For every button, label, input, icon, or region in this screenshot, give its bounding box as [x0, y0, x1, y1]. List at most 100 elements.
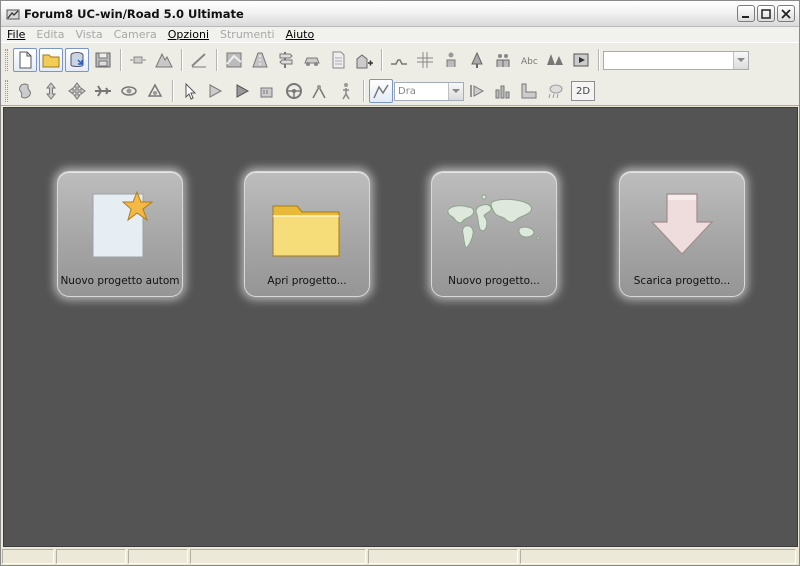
card-label: Nuovo progetto...: [448, 275, 540, 287]
plan-view-button[interactable]: [222, 48, 246, 72]
bar-chart-button[interactable]: [491, 79, 515, 103]
open-folder-button[interactable]: [39, 48, 63, 72]
menu-edita[interactable]: Edita: [36, 28, 64, 41]
bar-chart-icon: [495, 85, 510, 99]
vehicle-button[interactable]: [300, 48, 324, 72]
toolbar-row-2: Dra 2D: [3, 76, 595, 106]
train-button[interactable]: [256, 79, 280, 103]
forest-button[interactable]: [543, 48, 567, 72]
steering-wheel-button[interactable]: [282, 79, 306, 103]
document-button[interactable]: [326, 48, 350, 72]
card-label: Scarica progetto...: [633, 275, 731, 287]
path-edit-button[interactable]: [308, 79, 332, 103]
maximize-button[interactable]: [757, 5, 775, 22]
toolbar-grip[interactable]: [5, 49, 8, 71]
airplane-icon: [95, 85, 111, 97]
scenario-select[interactable]: [603, 50, 749, 70]
save-icon: [95, 52, 111, 68]
road-icon: [252, 52, 268, 68]
profile-icon: [521, 83, 537, 99]
movie-button[interactable]: [569, 48, 593, 72]
toolbar-separator: [172, 80, 173, 102]
fly-button[interactable]: [91, 79, 115, 103]
tree-icon: [471, 51, 483, 68]
steering-wheel-icon: [286, 83, 302, 99]
menu-strumenti[interactable]: Strumenti: [220, 28, 275, 41]
car-icon: [304, 57, 320, 66]
status-pane: [56, 549, 126, 564]
move-arrows-icon: [68, 82, 86, 100]
people-icon: [496, 54, 510, 67]
measure-icon: [191, 53, 206, 68]
save-button[interactable]: [91, 48, 115, 72]
toolbar-row-1: Abc: [3, 45, 749, 75]
simulation-start-button[interactable]: [230, 79, 254, 103]
new-file-button[interactable]: [13, 48, 37, 72]
download-arrow-icon: [650, 193, 714, 255]
cross-section-button[interactable]: [387, 48, 411, 72]
text-label-button[interactable]: Abc: [517, 48, 541, 72]
toolbar-separator: [598, 49, 599, 71]
profile-button[interactable]: [517, 79, 541, 103]
orbit-button[interactable]: [117, 79, 141, 103]
measure-button[interactable]: [187, 48, 211, 72]
chevron-down-icon[interactable]: [448, 82, 463, 100]
drawing-mode-button[interactable]: [369, 79, 393, 103]
tree-button[interactable]: [465, 48, 489, 72]
pedestrian-button[interactable]: [334, 79, 358, 103]
playback-button[interactable]: [465, 79, 489, 103]
new-auto-project-card[interactable]: Nuovo progetto autom: [57, 171, 183, 297]
close-icon: [781, 8, 791, 19]
menu-vista[interactable]: Vista: [75, 28, 102, 41]
app-icon[interactable]: [6, 7, 20, 21]
text-icon: Abc: [521, 57, 538, 67]
toolbar-separator: [181, 49, 182, 71]
intersection-button[interactable]: [413, 48, 437, 72]
weather-button[interactable]: [543, 79, 567, 103]
signpost-button[interactable]: [274, 48, 298, 72]
walk-through-button[interactable]: [204, 79, 228, 103]
title-bar[interactable]: Forum8 UC-win/Road 5.0 Ultimate: [1, 1, 799, 27]
pan-button[interactable]: [65, 79, 89, 103]
train-icon: [260, 87, 273, 98]
weather-icon: [548, 84, 563, 99]
people-button[interactable]: [491, 48, 515, 72]
menu-camera[interactable]: Camera: [114, 28, 157, 41]
download-project-card[interactable]: Scarica progetto...: [619, 171, 745, 297]
view-2d-button[interactable]: 2D: [571, 81, 595, 101]
database-button[interactable]: [65, 48, 89, 72]
fit-view-icon: [130, 56, 146, 64]
chevron-down-icon[interactable]: [733, 51, 748, 69]
terrain-view-button[interactable]: [152, 48, 176, 72]
signpost-icon: [279, 52, 293, 68]
world-map-icon: [447, 194, 540, 249]
perspective-road-button[interactable]: [248, 48, 272, 72]
draw-mode-select-value: Dra: [398, 85, 416, 97]
select-pointer-button[interactable]: [178, 79, 202, 103]
status-pane: [128, 549, 188, 564]
toolbar-separator: [381, 49, 382, 71]
new-file-icon: [19, 51, 32, 69]
drive-button[interactable]: [143, 79, 167, 103]
move-vertical-button[interactable]: [39, 79, 63, 103]
model-person-button[interactable]: [439, 48, 463, 72]
drive-icon: [147, 83, 163, 97]
menu-file[interactable]: File: [7, 28, 25, 41]
card-label: Apri progetto...: [267, 275, 347, 287]
open-project-card[interactable]: Apri progetto...: [244, 171, 370, 297]
rotate-view-button[interactable]: [13, 79, 37, 103]
new-project-card[interactable]: Nuovo progetto...: [431, 171, 557, 297]
orbit-icon: [121, 86, 137, 96]
menu-opzioni[interactable]: Opzioni: [168, 28, 209, 41]
toolbar-grip[interactable]: [5, 80, 8, 102]
minimize-button[interactable]: [737, 5, 755, 22]
forest-icon: [547, 54, 563, 65]
cross-section-icon: [391, 59, 407, 65]
close-button[interactable]: [777, 5, 795, 22]
draw-mode-select[interactable]: Dra: [394, 81, 464, 101]
fit-view-button[interactable]: [126, 48, 150, 72]
menu-aiuto[interactable]: Aiuto: [286, 28, 315, 41]
toolbar-separator: [216, 49, 217, 71]
toolbar-area: Abc Dra 2D: [1, 42, 799, 106]
add-building-button[interactable]: [352, 48, 376, 72]
